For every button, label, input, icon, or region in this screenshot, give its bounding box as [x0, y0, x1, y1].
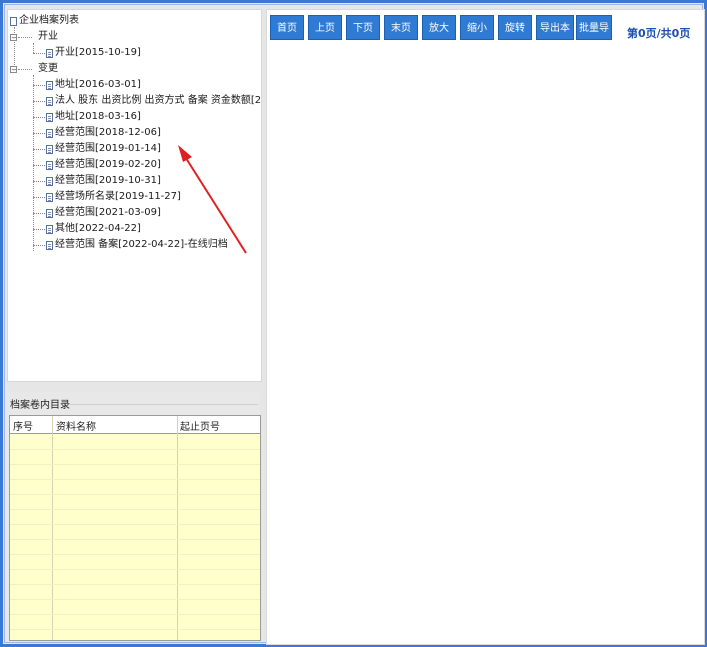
tree-item-label: 经营范围[2019-02-20] — [55, 159, 161, 170]
tree-connector — [33, 149, 45, 150]
tree-item-label: 经营范围[2019-01-14] — [55, 143, 161, 154]
tree-group-label: 开业 — [38, 31, 58, 42]
tree-item-label: 经营范围[2018-12-06] — [55, 127, 161, 138]
tree-connector — [33, 85, 45, 86]
document-icon — [46, 144, 53, 154]
zoom-out-button[interactable]: 缩小 — [460, 15, 494, 40]
document-icon — [46, 80, 53, 90]
tree-item[interactable]: 地址[2016-03-01] — [46, 78, 141, 92]
tree-connector — [33, 117, 45, 118]
archive-tree-panel[interactable]: 企业档案列表 − 开业 开业[2015-10-19] − 变更 地址[2016-… — [7, 9, 262, 382]
prev-page-button[interactable]: 上页 — [308, 15, 342, 40]
table-row[interactable] — [10, 434, 260, 450]
collapse-toggle-icon[interactable]: − — [10, 65, 17, 73]
tree-connector — [33, 53, 45, 54]
tree-connector — [33, 165, 45, 166]
tree-item[interactable]: 法人 股东 出资比例 出资方式 备案 资金数额[2017-11-23] — [46, 94, 262, 108]
catalog-grid[interactable]: 序号 资料名称 起止页号 — [9, 415, 261, 641]
table-row[interactable] — [10, 494, 260, 510]
tree-item-label: 地址[2018-03-16] — [55, 111, 141, 122]
table-row[interactable] — [10, 464, 260, 480]
tree-connector — [33, 245, 45, 246]
tree-item[interactable]: 经营范围[2021-03-09] — [46, 206, 161, 220]
tree-item-label: 经营范围[2019-10-31] — [55, 175, 161, 186]
table-row[interactable] — [10, 509, 260, 525]
table-row[interactable] — [10, 539, 260, 555]
catalog-title: 档案卷内目录 — [10, 400, 70, 411]
table-row[interactable] — [10, 449, 260, 465]
table-row[interactable] — [10, 479, 260, 495]
document-icon — [46, 176, 53, 186]
document-icon — [10, 16, 17, 26]
tree-item[interactable]: 经营场所名录[2019-11-27] — [46, 190, 181, 204]
document-icon — [46, 192, 53, 202]
table-row[interactable] — [10, 614, 260, 630]
tree-connector — [33, 181, 45, 182]
tree-root[interactable]: 企业档案列表 — [10, 14, 79, 28]
tree-item[interactable]: 开业[2015-10-19] — [46, 46, 141, 60]
batch-export-button[interactable]: 批量导出 — [576, 15, 612, 59]
tree-group-label: 变更 — [38, 63, 58, 74]
tree-item-label: 法人 股东 出资比例 出资方式 备案 资金数额[2017-11-23] — [55, 95, 262, 106]
tree-connector — [33, 43, 34, 53]
document-icon — [46, 48, 53, 58]
table-row[interactable] — [10, 569, 260, 585]
tree-item-label: 经营范围 备案[2022-04-22]-在线归档 — [55, 239, 228, 250]
tree-connector — [33, 101, 45, 102]
next-page-button[interactable]: 下页 — [346, 15, 380, 40]
tree-item[interactable]: 经营范围 备案[2022-04-22]-在线归档 — [46, 238, 228, 252]
viewer-toolbar: 首页 上页 下页 末页 放大 缩小 旋转 导出本页 批量导出 第0页/共0页 — [267, 10, 704, 59]
column-header-name[interactable]: 资料名称 — [56, 418, 96, 433]
table-row[interactable] — [10, 584, 260, 600]
document-icon — [46, 240, 53, 250]
document-icon — [46, 112, 53, 122]
document-icon — [46, 128, 53, 138]
tree-item[interactable]: 经营范围[2019-02-20] — [46, 158, 161, 172]
first-page-button[interactable]: 首页 — [270, 15, 304, 40]
tree-item-label: 地址[2016-03-01] — [55, 79, 141, 90]
column-header-pages[interactable]: 起止页号 — [180, 418, 220, 433]
page-indicator: 第0页/共0页 — [627, 27, 691, 40]
app-window: 企业档案列表 − 开业 开业[2015-10-19] − 变更 地址[2016-… — [0, 0, 707, 647]
tree-item-label: 其他[2022-04-22] — [55, 223, 141, 234]
tree-item-label: 经营场所名录[2019-11-27] — [55, 191, 181, 202]
tree-item[interactable]: 其他[2022-04-22] — [46, 222, 141, 236]
zoom-in-button[interactable]: 放大 — [422, 15, 456, 40]
annotation-arrow-head — [178, 145, 192, 162]
collapse-toggle-icon[interactable]: − — [10, 33, 17, 41]
document-icon — [46, 96, 53, 106]
tree-connector — [33, 133, 45, 134]
table-row[interactable] — [10, 524, 260, 540]
tree-connector — [33, 213, 45, 214]
document-icon — [46, 208, 53, 218]
tree-group-opening[interactable]: − 开业 — [10, 30, 58, 44]
tree-item[interactable]: 地址[2018-03-16] — [46, 110, 141, 124]
groupbox-line — [69, 404, 258, 405]
document-viewer[interactable]: 首页 上页 下页 末页 放大 缩小 旋转 导出本页 批量导出 第0页/共0页 — [266, 9, 705, 645]
tree-item-label: 经营范围[2021-03-09] — [55, 207, 161, 218]
tree-connector — [33, 197, 45, 198]
last-page-button[interactable]: 末页 — [384, 15, 418, 40]
tree-group-changes[interactable]: − 变更 — [10, 62, 58, 76]
catalog-panel: 档案卷内目录 序号 资料名称 起止页号 — [7, 392, 261, 641]
tree-root-label: 企业档案列表 — [19, 15, 79, 26]
table-row[interactable] — [10, 599, 260, 615]
grid-header: 序号 资料名称 起止页号 — [10, 416, 260, 434]
document-icon — [46, 224, 53, 234]
column-header-seq[interactable]: 序号 — [13, 418, 33, 433]
tree-item[interactable]: 经营范围[2019-10-31] — [46, 174, 161, 188]
tree-item-label: 开业[2015-10-19] — [55, 47, 141, 58]
tree-item[interactable]: 经营范围[2018-12-06] — [46, 126, 161, 140]
rotate-button[interactable]: 旋转 — [498, 15, 532, 40]
document-icon — [46, 160, 53, 170]
table-row[interactable] — [10, 554, 260, 570]
export-page-button[interactable]: 导出本页 — [536, 15, 574, 59]
tree-connector — [33, 229, 45, 230]
tree-item[interactable]: 经营范围[2019-01-14] — [46, 142, 161, 156]
